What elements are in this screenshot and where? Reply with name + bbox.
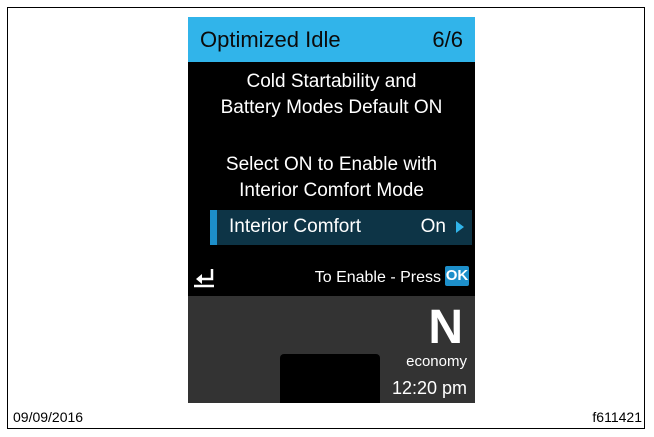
caption-date: 09/09/2016 xyxy=(13,409,84,425)
status-panel: N economy 12:20 pm xyxy=(188,296,475,403)
info-line-3: Select ON to Enable with xyxy=(225,154,438,175)
info-text-enable: Select ON to Enable with Interior Comfor… xyxy=(188,152,475,204)
info-line-2: Battery Modes Default ON xyxy=(220,97,443,118)
menu-item-value: On xyxy=(420,216,446,237)
ok-button-icon[interactable]: OK xyxy=(445,266,469,286)
enable-hint: To Enable - Press xyxy=(314,269,441,286)
screen-title: Optimized Idle xyxy=(200,27,341,52)
display-placeholder xyxy=(280,354,380,403)
info-line-4: Interior Comfort Mode xyxy=(239,180,424,201)
page-indicator: 6/6 xyxy=(432,27,463,52)
device-screen: Optimized Idle 6/6 Cold Startability and… xyxy=(188,17,475,403)
clock: 12:20 pm xyxy=(391,378,467,398)
info-line-1: Cold Startability and xyxy=(246,71,417,92)
drive-mode: economy xyxy=(406,353,467,370)
right-triangle-icon xyxy=(456,221,464,233)
info-text-default: Cold Startability and Battery Modes Defa… xyxy=(188,69,475,121)
interior-comfort-menu-item[interactable]: Interior Comfort On xyxy=(210,210,472,245)
figure-id: f611421 xyxy=(592,409,642,425)
screen-header: Optimized Idle 6/6 xyxy=(188,17,475,62)
gear-indicator: N xyxy=(428,301,463,354)
back-arrow-icon[interactable] xyxy=(192,265,216,289)
menu-item-label: Interior Comfort xyxy=(229,216,361,237)
